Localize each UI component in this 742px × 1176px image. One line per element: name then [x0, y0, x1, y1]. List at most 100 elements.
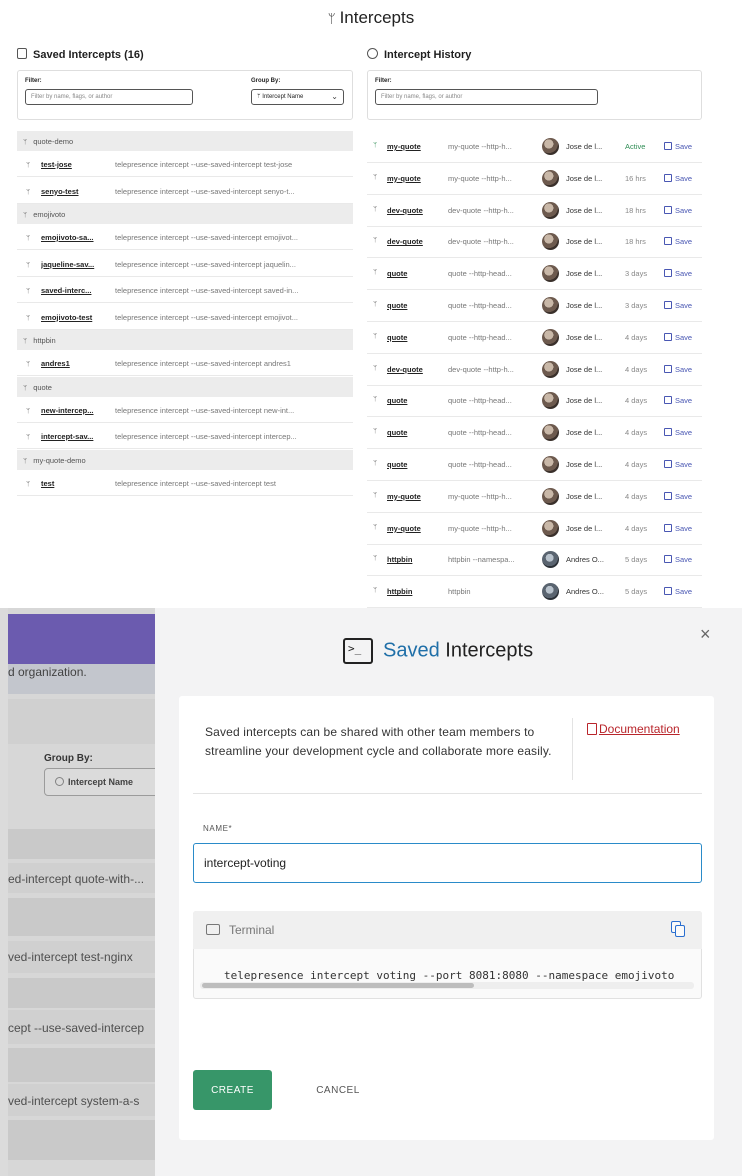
history-intercept-name-link[interactable]: quote [387, 460, 439, 469]
history-row[interactable]: ᛘ my-quote my-quote --http-h... Jose de l..… [367, 481, 702, 513]
history-row[interactable]: ᛘ httpbin httpbin --namespa... Andres O... 5… [367, 544, 702, 577]
saved-intercept-command: telepresence intercept --use-saved-inter… [115, 478, 276, 488]
history-time: 4 days [625, 523, 648, 533]
group-by-select[interactable]: ᛘ Intercept Name ⌄ [251, 89, 344, 105]
history-row[interactable]: ᛘ my-quote my-quote --http-h... Jose de l..… [367, 163, 702, 195]
saved-intercept-row[interactable]: ᛘ andres1 telepresence intercept --use-sav… [17, 350, 353, 376]
close-icon[interactable]: × [700, 624, 711, 645]
history-intercept-name-link[interactable]: quote [387, 428, 439, 437]
cancel-button[interactable]: CANCEL [302, 1070, 374, 1110]
terminal-title-text: Terminal [229, 923, 275, 937]
history-intercept-name-link[interactable]: quote [387, 269, 439, 278]
history-row[interactable]: ᛘ httpbin httpbin Andres O... 5 days Save [367, 576, 702, 609]
saved-intercept-row[interactable]: ᛘ jaqueline-sav... telepresence intercept … [17, 251, 353, 277]
save-button[interactable]: Save [664, 142, 692, 151]
history-row[interactable]: ᛘ quote quote --http-head... Jose de l... 4 … [367, 322, 702, 354]
branch-icon: ᛘ [327, 11, 336, 26]
avatar [542, 424, 559, 442]
saved-intercept-name-link[interactable]: emojivoto-sa... [41, 233, 113, 242]
save-button-label: Save [675, 237, 693, 247]
saved-intercept-name-link[interactable]: senyo-test [41, 187, 113, 196]
history-command: quote --http-head... [448, 269, 512, 279]
history-row[interactable]: ᛘ dev-quote dev-quote --http-h... Jose de l… [367, 195, 702, 227]
saved-intercept-name-link[interactable]: new-intercep... [41, 406, 113, 415]
save-button[interactable]: Save [664, 332, 692, 342]
terminal-scrollbar-thumb[interactable] [202, 983, 474, 988]
save-button[interactable]: Save [664, 173, 692, 183]
save-button[interactable]: Save [664, 237, 692, 246]
save-button[interactable]: Save [664, 428, 692, 437]
saved-intercept-name-link[interactable]: andres1 [41, 359, 113, 368]
history-row[interactable]: ᛘ quote quote --http-head... Jose de l... 4 … [367, 417, 702, 450]
history-row[interactable]: ᛘ quote quote --http-head... Jose de l... 3 … [367, 290, 702, 322]
history-intercept-name-link[interactable]: quote [387, 333, 439, 342]
save-button[interactable]: Save [664, 587, 692, 596]
history-filter-input[interactable]: Filter by name, flags, or author [375, 89, 598, 105]
branch-icon: ᛘ [26, 188, 31, 196]
saved-intercept-row[interactable]: ᛘ test telepresence intercept --use-saved-… [17, 470, 353, 496]
history-intercept-name-link[interactable]: quote [387, 396, 439, 405]
saved-filter-input[interactable]: Filter by name, flags, or author [25, 89, 193, 105]
save-button[interactable]: Save [664, 491, 692, 501]
history-intercept-name-link[interactable]: dev-quote [387, 365, 439, 374]
branch-icon: ᛘ [373, 428, 378, 436]
documentation-link[interactable]: Documentation [587, 722, 680, 736]
saved-intercept-name-link[interactable]: intercept-sav... [41, 432, 113, 441]
history-intercept-name-link[interactable]: my-quote [387, 174, 439, 183]
saved-group-header: ᛘ quote [17, 376, 353, 397]
saved-intercept-name-link[interactable]: saved-interc... [41, 286, 113, 295]
copy-icon[interactable] [671, 921, 685, 937]
saved-intercept-row[interactable]: ᛘ saved-interc... telepresence intercept -… [17, 277, 353, 303]
history-row[interactable]: ᛘ quote quote --http-head... Jose de l... 3 … [367, 258, 702, 291]
saved-intercept-row[interactable]: ᛘ new-intercep... telepresence intercept -… [17, 397, 353, 423]
history-intercept-name-link[interactable]: httpbin [387, 587, 439, 596]
save-button[interactable]: Save [664, 523, 692, 533]
history-intercept-name-link[interactable]: dev-quote [387, 206, 439, 215]
save-button[interactable]: Save [664, 555, 692, 564]
save-button[interactable]: Save [664, 205, 693, 215]
save-button-label: Save [675, 396, 693, 406]
saved-intercept-row[interactable]: ᛘ intercept-sav... telepresence intercept … [17, 423, 353, 449]
saved-intercept-command: telepresence intercept --use-saved-inter… [115, 405, 295, 415]
save-button-label: Save [675, 205, 693, 215]
branch-icon: ᛘ [26, 288, 31, 295]
saved-intercept-row[interactable]: ᛘ emojivoto-test telepresence intercept --… [17, 304, 353, 330]
history-intercept-name-link[interactable]: my-quote [387, 142, 439, 151]
history-row[interactable]: ᛘ dev-quote dev-quote --http-h... Jose de l… [367, 226, 702, 259]
avatar [542, 233, 559, 251]
save-button[interactable]: Save [664, 460, 692, 469]
history-intercept-name-link[interactable]: my-quote [387, 524, 439, 533]
history-row[interactable]: ᛘ quote quote --http-head... Jose de l... 4 … [367, 449, 702, 481]
history-row[interactable]: ᛘ quote quote --http-head... Jose de l... 4 … [367, 385, 702, 418]
modal-overlay[interactable] [0, 608, 155, 1176]
saved-intercept-row[interactable]: ᛘ emojivoto-sa... telepresence intercept -… [17, 224, 353, 250]
saved-intercept-row[interactable]: ᛘ senyo-test telepresence intercept --use-… [17, 178, 353, 204]
save-icon [664, 396, 672, 405]
save-button[interactable]: Save [664, 269, 692, 278]
saved-intercept-name-link[interactable]: jaqueline-sav... [41, 260, 113, 269]
history-intercept-name-link[interactable]: my-quote [387, 492, 439, 501]
save-button-label: Save [675, 301, 693, 310]
history-row[interactable]: ᛘ my-quote my-quote --http-h... Jose de l..… [367, 513, 702, 545]
create-button[interactable]: CREATE [193, 1070, 272, 1110]
history-row[interactable]: ᛘ my-quote my-quote --http-h... Jose de l..… [367, 131, 702, 163]
history-intercept-name-link[interactable]: httpbin [387, 555, 439, 564]
history-row[interactable]: ᛘ dev-quote dev-quote --http-h... Jose de l… [367, 354, 702, 386]
saved-group-header: ᛘ my-quote-demo [17, 449, 353, 470]
save-button[interactable]: Save [664, 364, 692, 374]
avatar [542, 551, 559, 569]
save-button[interactable]: Save [664, 396, 692, 405]
terminal-title: Terminal [206, 923, 274, 937]
history-intercept-name-link[interactable]: dev-quote [387, 237, 439, 246]
saved-intercept-row[interactable]: ᛘ test-jose telepresence intercept --use-s… [17, 151, 353, 177]
saved-intercept-name-link[interactable]: test [41, 479, 113, 488]
history-intercept-name-link[interactable]: quote [387, 301, 439, 310]
saved-intercept-name-link[interactable]: emojivoto-test [41, 313, 113, 322]
name-input[interactable] [193, 843, 702, 883]
branch-icon: ᛘ [373, 142, 378, 149]
save-button[interactable]: Save [664, 301, 692, 310]
branch-icon: ᛘ [26, 235, 31, 242]
saved-intercept-name-link[interactable]: test-jose [41, 160, 113, 169]
history-command: my-quote --http-h... [448, 523, 512, 533]
group-by-value: Intercept Name [262, 94, 304, 100]
